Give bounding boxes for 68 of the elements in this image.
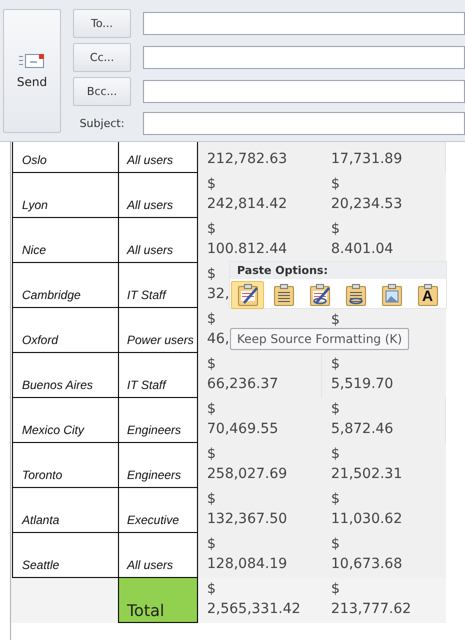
clipboard-picture-icon: [380, 283, 402, 307]
table-cell: Oslo: [12, 142, 118, 173]
subject-label: Subject:: [78, 117, 126, 130]
input-field[interactable]: [143, 80, 465, 103]
amount-text: 132,367.50: [207, 510, 288, 529]
amount-text: 10,673.68: [331, 555, 402, 574]
amount-text: 2,565,331.42: [207, 600, 301, 619]
amount-text: 128,084.19: [207, 555, 288, 574]
paste-option-button[interactable]: A: [411, 281, 444, 309]
table-cell: Nice: [12, 218, 118, 263]
amount-text: 70,469.55: [207, 420, 278, 439]
clipboard-icon: [272, 283, 294, 307]
currency-sign: $: [331, 535, 340, 554]
amount-text: 5,872.46: [331, 420, 394, 439]
currency-sign: $: [207, 220, 216, 239]
currency-sign: $: [207, 265, 216, 284]
amount-text: 46,: [207, 330, 230, 349]
address-button[interactable]: Bcc...: [73, 77, 131, 106]
currency-sign: $: [331, 355, 340, 374]
table-cell: Lyon: [12, 173, 118, 218]
currency-sign: $: [207, 490, 216, 509]
table-cell: Mexico City: [12, 398, 118, 443]
currency-sign: $: [331, 490, 340, 509]
currency-sign: $: [331, 445, 340, 464]
amount-text: 8.401.04: [331, 240, 394, 259]
amount-text: 17,731.89: [331, 150, 402, 169]
currency-sign: $: [207, 310, 216, 329]
currency-sign: $: [331, 580, 340, 599]
clipboard-icon: [236, 283, 258, 307]
paste-option-button[interactable]: [231, 281, 264, 309]
table-cell: Oxford: [12, 308, 118, 353]
currency-sign: $: [331, 311, 340, 330]
address-button[interactable]: To...: [73, 9, 131, 38]
amount-text: 242,814.42: [207, 195, 288, 214]
table-cell: Cambridge: [12, 263, 118, 308]
amount-text: 20,234.53: [331, 195, 402, 214]
amount-text: 21,502.31: [331, 465, 402, 484]
envelope-icon: [19, 53, 45, 69]
currency-sign: $: [331, 400, 340, 419]
subject-field[interactable]: [143, 112, 465, 135]
currency-sign: $: [331, 220, 340, 239]
currency-sign: $: [207, 355, 216, 374]
currency-sign: $: [207, 535, 216, 554]
clipboard-icon: [344, 283, 366, 307]
tooltip: Keep Source Formatting (K): [230, 328, 410, 350]
table-cell: Atlanta: [12, 488, 118, 533]
input-field[interactable]: [143, 12, 465, 35]
currency-sign: $: [207, 175, 216, 194]
send-button[interactable]: Send: [3, 9, 61, 133]
currency-sign: $: [331, 175, 340, 194]
total-cell: Total: [118, 578, 198, 623]
currency-sign: $: [207, 445, 216, 464]
currency-sign: $: [207, 580, 216, 599]
amount-text: 100.812.44: [207, 240, 288, 259]
currency-sign: $: [207, 400, 216, 419]
table-cell: Buenos Aires: [12, 353, 118, 398]
table-cell: Toronto: [12, 443, 118, 488]
menu-title: Paste Options:: [230, 262, 446, 279]
amount-text: 258,027.69: [207, 465, 288, 484]
amount-text: 212,782.63: [207, 150, 288, 169]
amount-text: 32,: [207, 285, 230, 304]
amount-text: 11,030.62: [331, 510, 402, 529]
amount-text: 5,519.70: [331, 375, 394, 394]
clipboard-icon: [416, 283, 438, 307]
address-button[interactable]: Cc...: [73, 43, 131, 72]
input-field[interactable]: [143, 46, 465, 69]
amount-text: 213,777.62: [331, 600, 412, 619]
amount-text: 66,236.37: [207, 375, 278, 394]
